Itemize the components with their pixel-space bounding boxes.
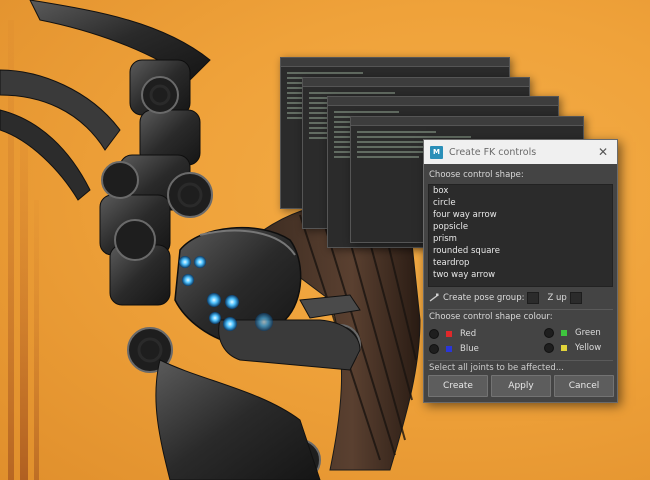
pose-group-checkbox[interactable] (527, 292, 540, 304)
robot-jaw (218, 319, 361, 371)
radio-button[interactable] (544, 327, 554, 338)
close-icon[interactable]: ✕ (595, 144, 611, 160)
create-fk-controls-dialog: M Create FK controls ✕ Choose control sh… (423, 139, 618, 403)
colour-section-label: Choose control shape colour: (429, 312, 553, 322)
colour-label-green: Green (575, 327, 601, 338)
divider (428, 360, 613, 361)
shape-item-prism[interactable]: prism (429, 233, 612, 245)
radio-button[interactable] (429, 343, 439, 354)
colour-label-yellow: Yellow (575, 342, 602, 353)
apply-button[interactable]: Apply (491, 375, 551, 397)
create-button[interactable]: Create (428, 375, 488, 397)
shape-item-box[interactable]: box (429, 185, 612, 197)
pose-group-icon (429, 293, 439, 302)
shape-section-label: Choose control shape: (429, 170, 524, 180)
shape-item-four-way-arrow[interactable]: four way arrow (429, 209, 612, 221)
pose-group-row: Create pose group: Z up (429, 291, 612, 305)
colour-option-green[interactable]: Green (544, 326, 601, 339)
cancel-button[interactable]: Cancel (554, 375, 614, 397)
colour-label-blue: Blue (460, 343, 479, 354)
shape-item-popsicle[interactable]: popsicle (429, 221, 612, 233)
pose-group-label: Create pose group: (443, 293, 525, 303)
colour-option-yellow[interactable]: Yellow (544, 341, 601, 354)
radio-button[interactable] (429, 328, 439, 339)
colour-option-red[interactable]: Red (429, 327, 476, 340)
blue-swatch (446, 345, 452, 352)
yellow-swatch (561, 344, 567, 351)
dialog-title: Create FK controls (449, 146, 537, 158)
shape-item-circle[interactable]: circle (429, 197, 612, 209)
z-up-label: Z up (547, 293, 567, 303)
status-text: Select all joints to be affected... (429, 363, 564, 373)
colour-option-blue[interactable]: Blue (429, 342, 479, 355)
shape-item-two-way-arrow[interactable]: two way arrow (429, 269, 612, 281)
dialog-titlebar[interactable]: M Create FK controls ✕ (424, 140, 617, 164)
z-up-checkbox[interactable] (569, 292, 582, 304)
shape-item-rounded-square[interactable]: rounded square (429, 245, 612, 257)
colour-label-red: Red (460, 328, 477, 339)
green-swatch (561, 329, 567, 336)
radio-button[interactable] (544, 342, 554, 353)
robot-lower-body (155, 359, 321, 480)
divider (428, 309, 613, 310)
shape-list[interactable]: box circle four way arrow popsicle prism… (428, 184, 613, 287)
maya-app-icon: M (430, 145, 443, 159)
shape-item-teardrop[interactable]: teardrop (429, 257, 612, 269)
red-swatch (446, 330, 452, 337)
